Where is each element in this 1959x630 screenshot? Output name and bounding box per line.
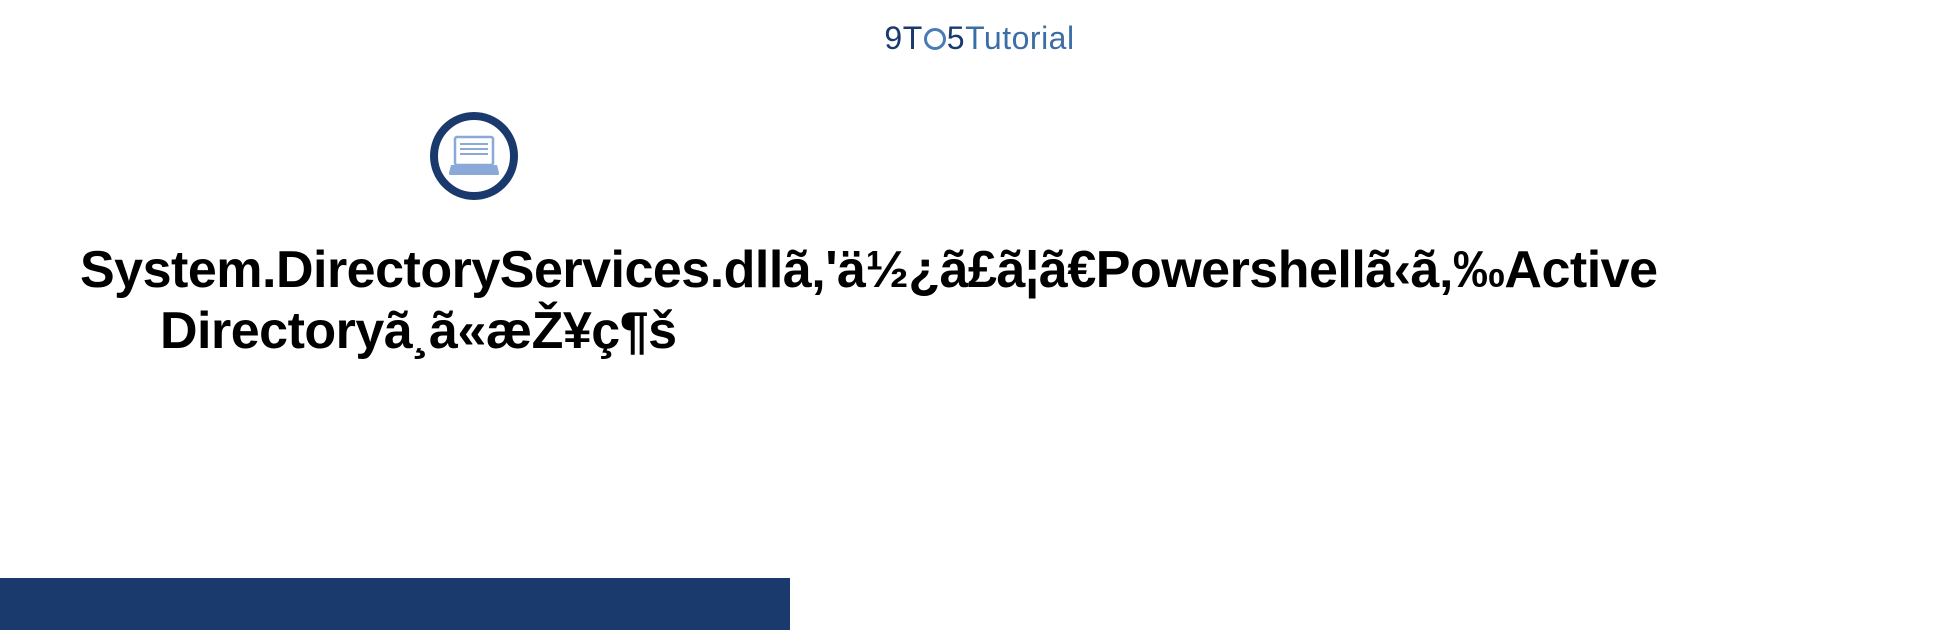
article-icon-container: [430, 112, 1959, 200]
site-header: 9T 5Tutorial: [0, 0, 1959, 57]
logo-text-tutorial: Tutorial: [965, 20, 1075, 56]
site-logo[interactable]: 9T 5Tutorial: [884, 20, 1074, 57]
article-title-block: System.DirectoryServices.dllã‚'ä½¿ã£ã¦ã€…: [0, 240, 1959, 363]
article-title-line2: Directoryã¸ã«æŽ¥ç¶š: [80, 301, 1959, 362]
article-title-line1: System.DirectoryServices.dllã‚'ä½¿ã£ã¦ã€…: [80, 240, 1959, 301]
laptop-icon-svg: [447, 135, 501, 177]
logo-text-9t: 9T: [884, 20, 922, 56]
laptop-icon: [430, 112, 518, 200]
logo-circle-icon: [924, 28, 946, 50]
logo-text-5: 5: [947, 20, 965, 56]
bottom-accent-bar: [0, 578, 790, 630]
